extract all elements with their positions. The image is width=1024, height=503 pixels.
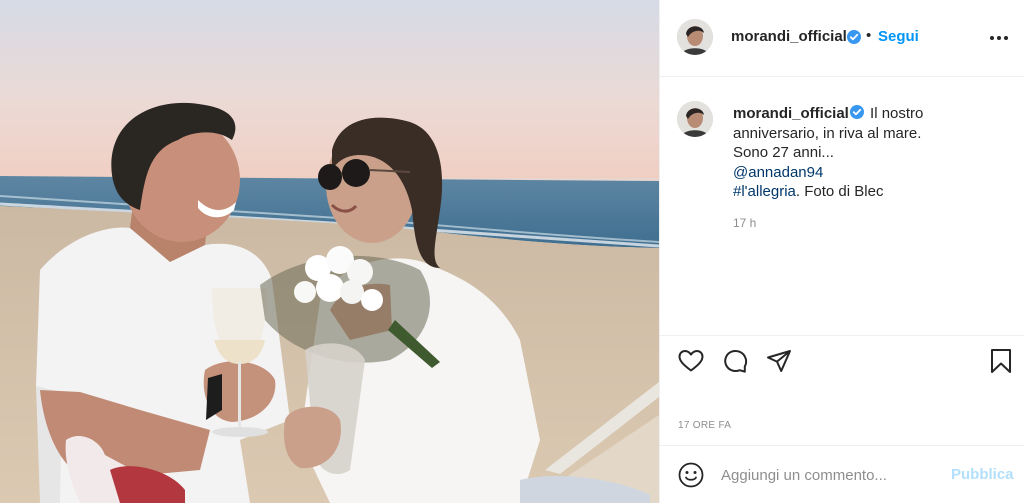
comment-icon[interactable] xyxy=(721,347,749,375)
heart-icon[interactable] xyxy=(677,347,705,375)
beach-couple-image xyxy=(0,0,659,503)
username[interactable]: morandi_official xyxy=(731,28,847,45)
caption-username[interactable]: morandi_official xyxy=(733,105,849,122)
verified-badge-icon xyxy=(849,105,864,119)
caption-line-2: anniversario, in riva al mare. xyxy=(733,124,922,142)
avatar[interactable] xyxy=(677,19,713,55)
caption-section: morandi_official Il nostro anniversario,… xyxy=(660,77,1024,335)
mention-link[interactable]: @annadan94 xyxy=(733,164,823,181)
post-sidebar: morandi_official • Segui morandi_officia… xyxy=(659,0,1024,503)
comment-input[interactable] xyxy=(721,463,941,487)
hashtag-link[interactable]: #l'allegria xyxy=(733,183,796,200)
avatar-image xyxy=(677,19,713,55)
caption-avatar[interactable] xyxy=(677,101,713,137)
post-timestamp[interactable]: 17 ORE FA xyxy=(678,420,731,431)
bookmark-icon[interactable] xyxy=(987,347,1015,375)
post-photo[interactable] xyxy=(0,0,659,503)
verified-badge-icon xyxy=(847,30,861,44)
avatar-image xyxy=(677,101,713,137)
publish-button[interactable]: Pubblica xyxy=(951,466,1014,483)
share-icon[interactable] xyxy=(765,347,793,375)
comment-form: Pubblica xyxy=(660,445,1024,503)
more-horizontal-icon[interactable] xyxy=(990,28,1010,46)
caption-suffix: . Foto di Blec xyxy=(795,183,884,200)
post-header: morandi_official • Segui xyxy=(660,0,1024,77)
emoji-icon[interactable] xyxy=(677,461,705,489)
follow-button[interactable]: Segui xyxy=(878,28,919,45)
caption-line-1: Il nostro xyxy=(870,105,924,122)
caption-text: morandi_official Il nostro anniversario,… xyxy=(733,104,983,202)
action-bar: 17 ORE FA xyxy=(660,335,1024,445)
caption-time: 17 h xyxy=(733,216,757,230)
caption-line-3: Sono 27 anni... xyxy=(733,144,834,161)
separator-dot: • xyxy=(866,27,872,44)
